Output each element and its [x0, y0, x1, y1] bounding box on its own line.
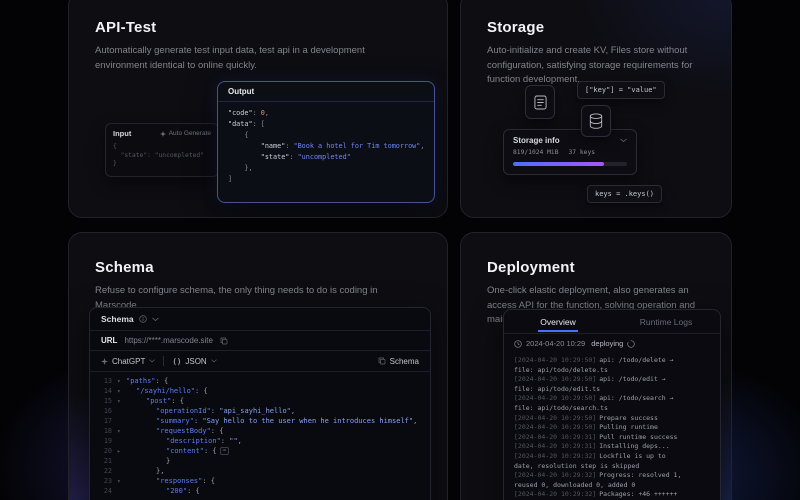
schema-url-row: URL https://****.marscode.site	[90, 331, 430, 351]
log-line: [2024-04-20 10:29:50]api: /todo/edit →	[514, 375, 710, 385]
deploy-logs: [2024-04-20 10:29:50]api: /todo/delete →…	[504, 353, 720, 500]
tab-runtime-logs[interactable]: Runtime Logs	[612, 310, 720, 333]
code-line: 21}	[98, 456, 430, 466]
feature-grid: API-Test Automatically generate test inp…	[68, 0, 732, 500]
schema-panel-header: Schema	[90, 308, 430, 331]
code-line: 17"summary": "Say hello to the user when…	[98, 416, 430, 426]
model-label: ChatGPT	[112, 357, 145, 366]
schema-panel: Schema URL https://****.marscode.site Ch…	[89, 307, 431, 500]
deployment-panel: Overview Runtime Logs 2024-04-20 10:29 d…	[503, 309, 721, 500]
code-line: 23▾"responses": {	[98, 476, 430, 486]
code-line: 15▾"post": {	[98, 396, 430, 406]
format-label: JSON	[185, 357, 206, 366]
log-line: [2024-04-20 10:29:50]api: /todo/search →	[514, 394, 710, 404]
input-panel-label: Input	[113, 129, 131, 138]
code-line: 18▾"requestBody": {	[98, 426, 430, 436]
api-test-description: Automatically generate test input data, …	[95, 44, 395, 73]
copy-schema-button[interactable]: Schema	[378, 357, 419, 366]
log-line: [2024-04-20 10:29:31]Installing deps...	[514, 442, 710, 452]
code-line: 19"description": "",	[98, 436, 430, 446]
code-line: 24"200": {	[98, 486, 430, 496]
schema-code-editor[interactable]: 13▾"paths": {14▾"/sayhi/hello": {15▾"pos…	[90, 372, 430, 496]
schema-panel-title: Schema	[101, 314, 134, 324]
chevron-down-icon	[211, 359, 217, 363]
input-code: { "state": "uncompleted"}	[106, 141, 218, 171]
url-value[interactable]: https://****.marscode.site	[124, 336, 212, 345]
kv-store-box	[581, 105, 611, 137]
output-panel: Output "code": 0,"data": [ { "name": "Bo…	[217, 81, 435, 203]
chatgpt-icon	[101, 358, 108, 365]
tab-overview-label: Overview	[538, 311, 577, 332]
card-storage: Storage Auto-initialize and create KV, F…	[460, 0, 732, 218]
code-line: 20▸"content": {⋯	[98, 446, 430, 456]
format-select[interactable]: () JSON	[172, 357, 216, 366]
files-store-box	[525, 85, 555, 119]
auto-generate-label: Auto Generate	[169, 130, 211, 137]
storage-progress-fill	[513, 162, 604, 166]
copy-schema-label: Schema	[390, 357, 419, 366]
storage-usage: 819/1024 MiB	[513, 149, 559, 156]
log-line: [2024-04-20 10:29:32]Lockfile is up to	[514, 452, 710, 462]
log-line: [2024-04-20 10:29:50]Pulling runtime	[514, 423, 710, 433]
storage-keys-count: 37 keys	[569, 149, 596, 156]
card-deployment: Deployment One-click elastic deployment,…	[460, 232, 732, 500]
storage-progress-bar	[513, 162, 627, 166]
tab-runtime-logs-label: Runtime Logs	[638, 311, 694, 332]
copy-icon	[378, 357, 386, 365]
deploy-time: 2024-04-20 10:29	[526, 339, 585, 348]
chevron-down-icon	[149, 359, 155, 363]
code-line: 16"operationId": "api_sayhi_hello",	[98, 406, 430, 416]
chevron-down-icon[interactable]	[152, 317, 159, 322]
output-panel-label: Output	[218, 82, 434, 102]
storage-title: Storage	[487, 19, 715, 36]
code-line: 14▾"/sayhi/hello": {	[98, 386, 430, 396]
log-line: file: api/todo/search.ts	[514, 404, 710, 414]
copy-icon[interactable]	[220, 337, 228, 345]
keys-code-chip: keys = .keys()	[587, 185, 662, 203]
code-line: 13▾"paths": {	[98, 376, 430, 386]
schema-toolbar: ChatGPT () JSON Schema	[90, 351, 430, 372]
model-select[interactable]: ChatGPT	[101, 357, 155, 366]
card-api-test: API-Test Automatically generate test inp…	[68, 0, 448, 218]
log-line: [2024-04-20 10:29:32]Progress: resolved …	[514, 471, 710, 481]
kv-code-chip: ["key"] = "value"	[577, 81, 665, 99]
log-line: [2024-04-20 10:29:50]Prepare success	[514, 414, 710, 424]
log-line: date, resolution step is skipped	[514, 462, 710, 472]
log-line: [2024-04-20 10:29:31]Pull runtime succes…	[514, 433, 710, 443]
log-line: [2024-04-20 10:29:50]api: /todo/delete →	[514, 356, 710, 366]
deployment-tabs: Overview Runtime Logs	[504, 310, 720, 334]
file-icon	[534, 95, 547, 110]
info-icon[interactable]	[139, 315, 147, 323]
deploy-status-row: 2024-04-20 10:29 deploying	[504, 334, 720, 353]
schema-title: Schema	[95, 259, 421, 276]
clock-icon	[514, 340, 522, 348]
deploy-status: deploying	[591, 339, 623, 348]
code-line: 22},	[98, 466, 430, 476]
card-schema: Schema Refuse to configure schema, the o…	[68, 232, 448, 500]
spinner-icon	[627, 340, 635, 348]
storage-info-label: Storage info	[513, 136, 560, 145]
url-label: URL	[101, 336, 117, 345]
log-line: file: api/todo/edit.ts	[514, 385, 710, 395]
log-line: reused 0, downloaded 0, added 0	[514, 481, 710, 491]
auto-generate-button[interactable]: Auto Generate	[160, 130, 211, 137]
brackets-icon: ()	[172, 357, 181, 366]
tab-overview[interactable]: Overview	[504, 310, 612, 333]
api-test-title: API-Test	[95, 19, 421, 36]
input-panel: Input Auto Generate { "state": "uncomple…	[105, 123, 219, 177]
database-icon	[589, 113, 603, 129]
chevron-down-icon[interactable]	[620, 138, 627, 143]
toolbar-divider	[163, 356, 164, 366]
storage-info-panel: Storage info 819/1024 MiB 37 keys	[503, 129, 637, 175]
log-line: [2024-04-20 10:29:32]Packages: +46 +++++…	[514, 490, 710, 500]
log-line: file: api/todo/delete.ts	[514, 366, 710, 376]
deployment-title: Deployment	[487, 259, 715, 276]
sparkle-icon	[160, 131, 166, 137]
page: API-Test Automatically generate test inp…	[0, 0, 800, 500]
output-code: "code": 0,"data": [ { "name": "Book a ho…	[218, 102, 434, 191]
